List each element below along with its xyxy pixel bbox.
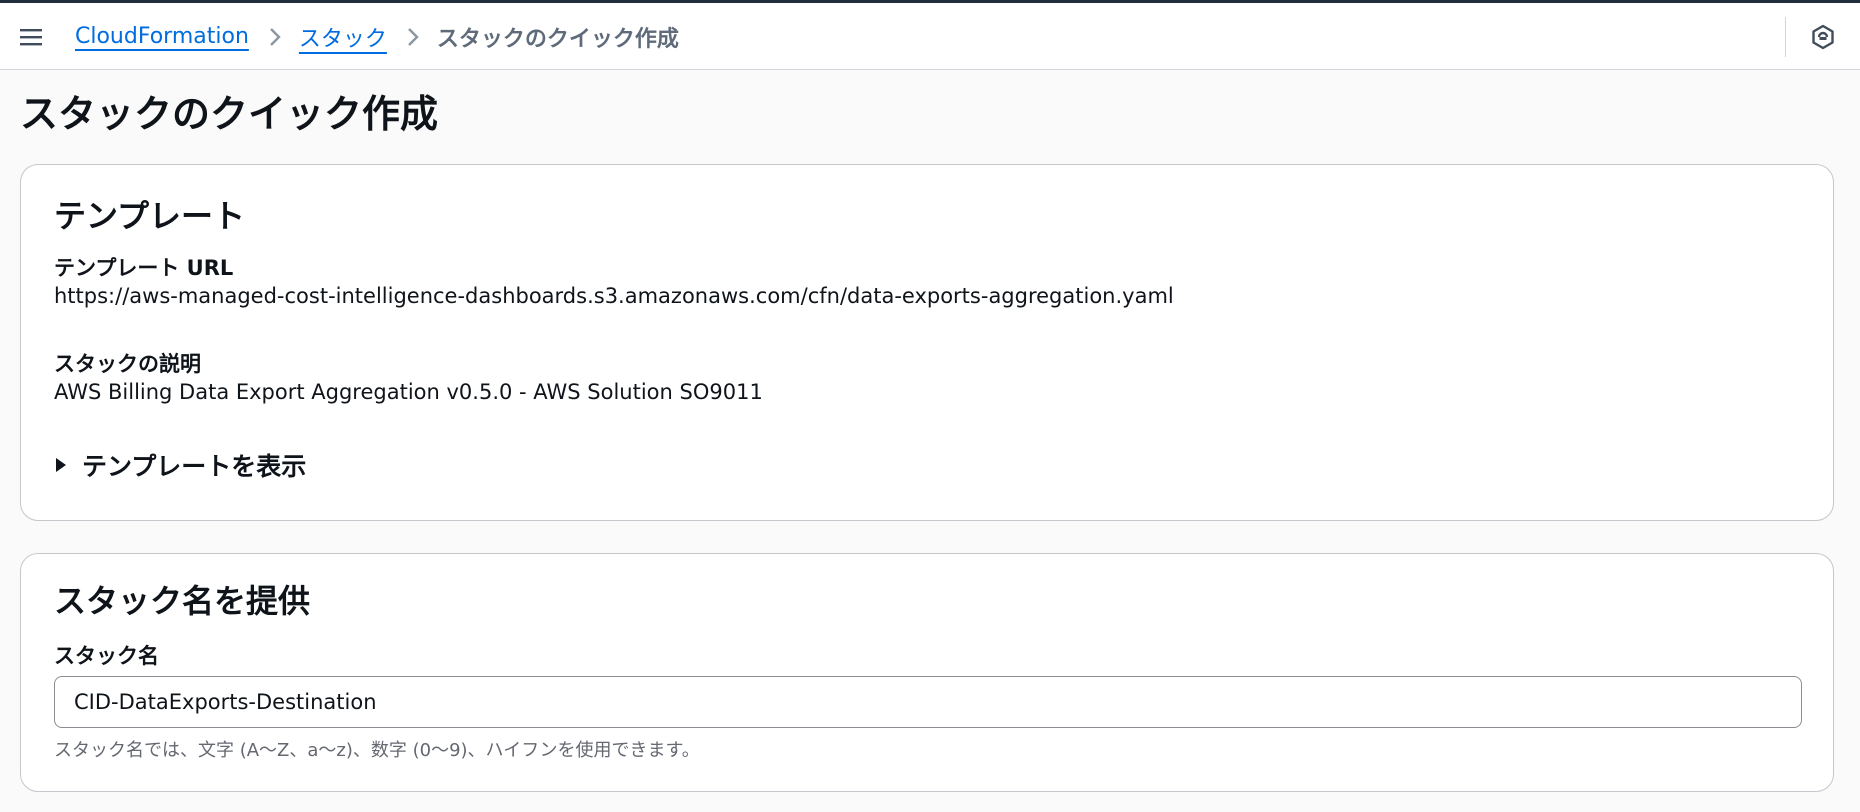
view-template-label: テンプレートを表示 [82,452,307,481]
breadcrumb-link-cloudformation[interactable]: CloudFormation [75,24,249,49]
template-section-header: テンプレート [54,197,246,235]
breadcrumb-current: スタックのクイック作成 [436,26,679,52]
caret-right-icon [54,456,68,474]
top-navigation-bar: CloudFormation スタック スタックのクイック作成 [0,3,1860,70]
info-hexagon-icon[interactable] [1806,20,1840,54]
stack-name-hint: スタック名では、文字 (A〜Z、a〜z)、数字 (0〜9)、ハイフンを使用できま… [54,740,700,761]
stack-name-label: スタック名 [54,644,159,668]
stack-description-value: AWS Billing Data Export Aggregation v0.5… [54,380,763,404]
page-title: スタックのクイック作成 [20,92,439,136]
template-container: テンプレート テンプレート URL https://aws-managed-co… [20,164,1834,521]
template-url-label: テンプレート URL [54,256,234,280]
chevron-right-icon [269,27,281,47]
hamburger-menu-icon[interactable] [14,20,48,54]
breadcrumb-link-stacks[interactable]: スタック [299,21,387,53]
stack-name-section-header: スタック名を提供 [54,582,311,620]
stack-name-container: スタック名を提供 スタック名 スタック名では、文字 (A〜Z、a〜z)、数字 (… [20,553,1834,792]
breadcrumb: CloudFormation スタック スタックのクイック作成 [75,3,679,70]
view-template-expander[interactable]: テンプレートを表示 [54,447,306,483]
stack-name-input[interactable] [54,676,1802,728]
stack-description-label: スタックの説明 [54,352,201,376]
nav-divider [1785,17,1786,57]
template-url-value: https://aws-managed-cost-intelligence-da… [54,284,1174,308]
chevron-right-icon [407,27,419,47]
